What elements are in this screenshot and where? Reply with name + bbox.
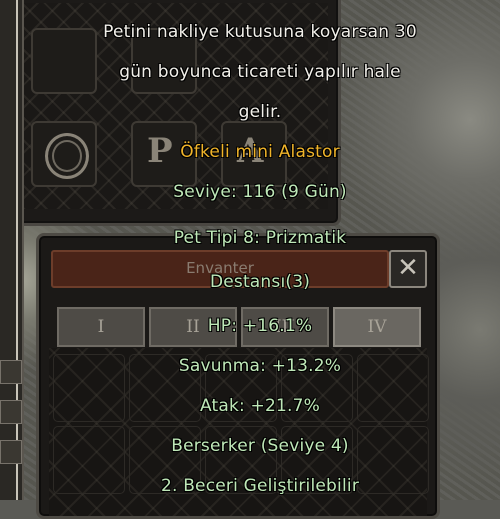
inventory-cell[interactable] [281, 354, 353, 422]
pet-slot[interactable] [131, 28, 197, 94]
side-button[interactable] [0, 440, 22, 464]
tab-1[interactable]: I [57, 307, 145, 347]
pet-bag-window: P A [0, 0, 341, 226]
inventory-cell[interactable] [357, 426, 429, 494]
pet-slot[interactable]: A [221, 121, 287, 187]
inventory-titlebar[interactable]: Envanter [51, 250, 389, 288]
side-frame [0, 0, 24, 500]
tab-2[interactable]: II [149, 307, 237, 347]
inventory-cell[interactable] [129, 426, 201, 494]
inventory-cell[interactable] [205, 354, 277, 422]
inventory-grid [49, 348, 429, 516]
inventory-cell[interactable] [53, 426, 125, 494]
side-button[interactable] [0, 400, 22, 424]
slot-letter-p: P [147, 131, 173, 171]
close-icon[interactable]: ✕ [389, 250, 427, 288]
inventory-cell[interactable] [281, 426, 353, 494]
tab-3[interactable]: III [241, 307, 329, 347]
tab-4[interactable]: IV [333, 307, 421, 347]
inventory-cell[interactable] [205, 426, 277, 494]
side-button[interactable] [0, 360, 22, 384]
slot-letter-a: A [237, 131, 264, 171]
dragon-emblem-icon[interactable] [31, 121, 97, 187]
inventory-cell[interactable] [129, 354, 201, 422]
inventory-window: Envanter ✕ I II III IV [36, 233, 440, 519]
inventory-cell[interactable] [53, 354, 125, 422]
frame-line [16, 0, 18, 500]
inventory-cell[interactable] [357, 354, 429, 422]
pet-slot[interactable] [31, 28, 97, 94]
inventory-title: Envanter [186, 259, 254, 277]
pet-slot[interactable]: P [131, 121, 197, 187]
